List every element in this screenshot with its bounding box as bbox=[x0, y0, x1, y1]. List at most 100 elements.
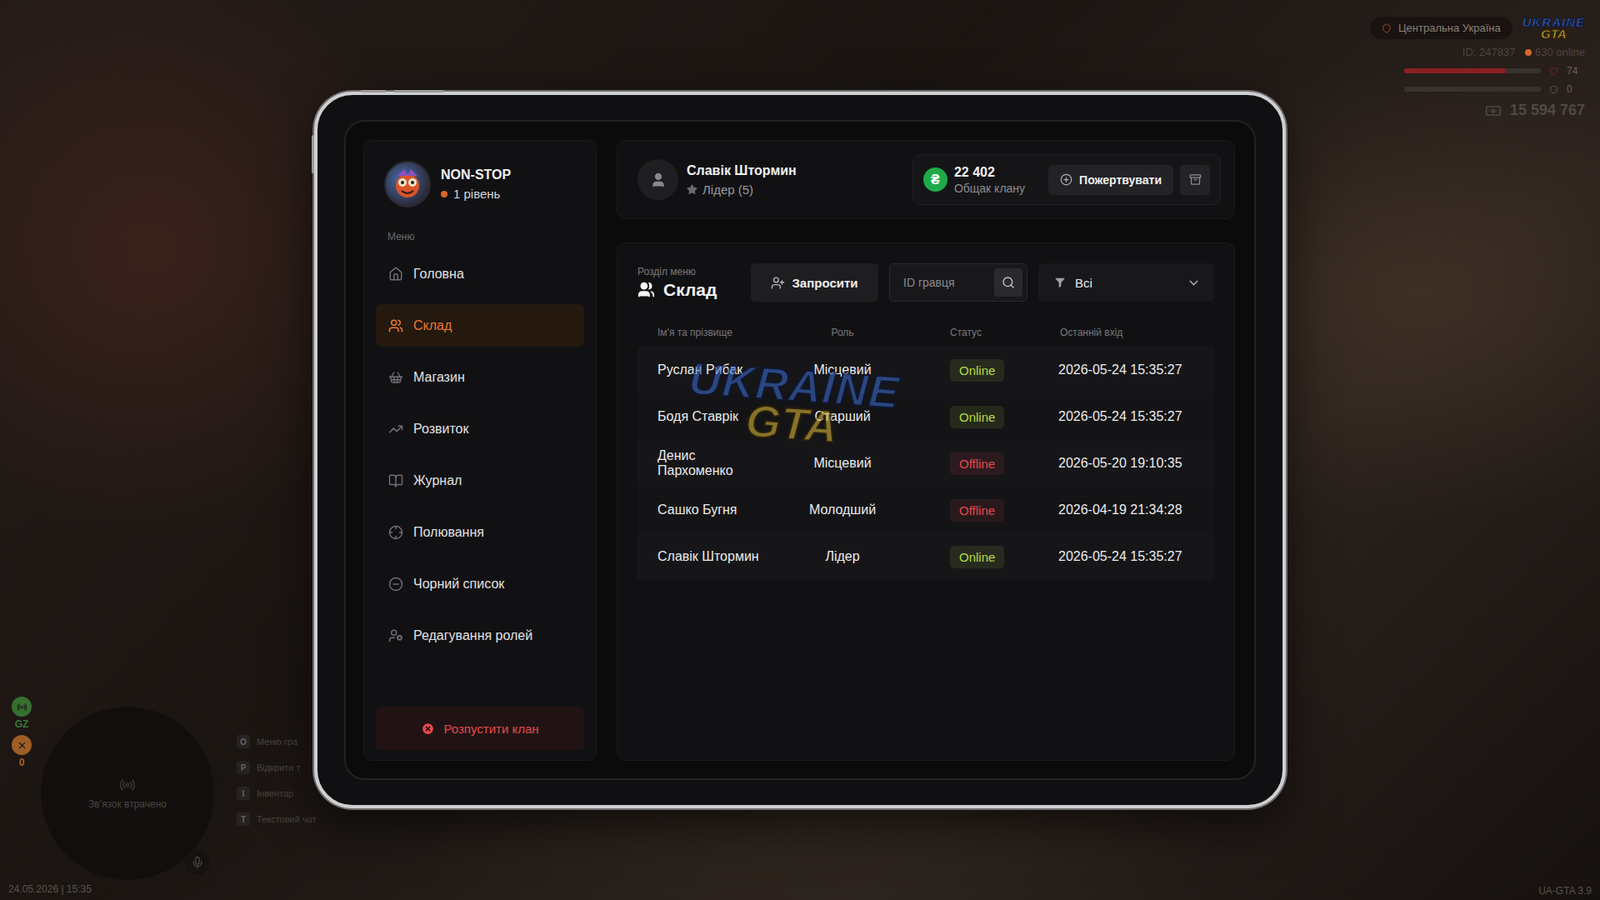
online-dot bbox=[1525, 49, 1532, 56]
menu-item[interactable]: Редагування ролей bbox=[375, 614, 585, 657]
plus-icon bbox=[1060, 173, 1073, 186]
treasury: ₴ 22 402Общак клану Пожертвувати bbox=[912, 154, 1221, 205]
member-name: Сашко Бугня bbox=[657, 502, 773, 518]
side-indicator: GZ bbox=[11, 696, 32, 730]
clan-header: NON-STOP 1 рівень bbox=[375, 160, 585, 208]
star-icon bbox=[686, 184, 698, 195]
watermark-logo: UKRAINEGTA bbox=[685, 359, 901, 450]
hud-player-info: ID: 247837 630 online bbox=[1462, 45, 1585, 59]
treasury-label: Общак клану bbox=[954, 181, 1025, 195]
invite-button[interactable]: Запросити bbox=[750, 263, 879, 302]
hint-key: P bbox=[236, 760, 250, 775]
content-card: Розділ менюСклад Запросити Всі Ім'я та пріз… bbox=[616, 242, 1235, 761]
datetime: 24.05.2026 | 15:35 bbox=[8, 883, 92, 895]
money-icon bbox=[1485, 102, 1502, 120]
player-id: ID: 247837 bbox=[1462, 45, 1516, 59]
member-role: Лідер bbox=[803, 549, 882, 565]
tablet: NON-STOP 1 рівень Меню Головна Склад Магазин Р… bbox=[314, 91, 1286, 809]
menu-title: Меню bbox=[387, 230, 585, 243]
column-header: Ім'я та прізвище bbox=[657, 326, 804, 339]
user-plus-icon bbox=[770, 275, 785, 290]
last-login: 2026-05-24 15:35:27 bbox=[1038, 409, 1215, 425]
status-offline: Offline bbox=[950, 499, 1005, 522]
menu-item[interactable]: Головна bbox=[375, 252, 585, 295]
member-name: Бодя Ставрік bbox=[657, 409, 773, 425]
sidebar: NON-STOP 1 рівень Меню Головна Склад Магазин Р… bbox=[363, 140, 597, 761]
table-row[interactable]: Руслан РибакМісцевийOnline2026-05-24 15:… bbox=[637, 346, 1215, 394]
header-card: Славік ШторминЛідер (5) ₴ 22 402Общак клан… bbox=[616, 140, 1235, 220]
armor-stat: 0 bbox=[1404, 83, 1585, 95]
menu-item-icon bbox=[388, 628, 404, 644]
version: UA-GTA 3.9 bbox=[1538, 885, 1592, 897]
hint-key: I bbox=[236, 786, 250, 800]
member-role: Місцевий bbox=[803, 362, 882, 378]
money: 15 594 767 bbox=[1485, 101, 1585, 120]
table-row[interactable]: Сашко БугняМолодшийOffline2026-04-19 21:… bbox=[637, 486, 1215, 534]
menu-item-icon bbox=[388, 421, 404, 437]
side-indicator: 0 bbox=[11, 735, 32, 769]
user-icon bbox=[650, 171, 667, 189]
close-circle-icon bbox=[420, 721, 435, 736]
clan-level: 1 рівень bbox=[440, 186, 511, 201]
key-hint: IІнвентар bbox=[236, 786, 317, 800]
column-header: Статус bbox=[881, 326, 1039, 339]
search-icon bbox=[1001, 275, 1015, 290]
voice-chat[interactable] bbox=[185, 850, 210, 875]
menu-item-icon bbox=[388, 525, 404, 540]
table-row[interactable]: Денис ПархоменкоМісцевийOffline2026-05-2… bbox=[637, 440, 1215, 487]
menu-item[interactable]: Склад bbox=[375, 304, 585, 347]
archive-icon bbox=[1189, 173, 1202, 186]
menu-item-icon bbox=[388, 473, 404, 489]
section-heading: Розділ менюСклад bbox=[637, 265, 717, 300]
menu: Головна Склад Магазин Розвиток Журнал Полюван… bbox=[375, 252, 585, 657]
menu-item-icon bbox=[388, 266, 404, 282]
menu-item-icon bbox=[388, 576, 404, 592]
tablet-screen: NON-STOP 1 рівень Меню Головна Склад Магазин Р… bbox=[344, 120, 1256, 780]
clan-avatar bbox=[384, 160, 431, 208]
health-icon bbox=[1549, 66, 1559, 76]
region-badge: Центральна Україна bbox=[1370, 16, 1513, 40]
member-name: Денис Пархоменко bbox=[657, 448, 773, 480]
clan-name: NON-STOP bbox=[440, 167, 511, 183]
armor-bar bbox=[1404, 86, 1541, 92]
search-input[interactable] bbox=[901, 275, 995, 290]
status-online: Online bbox=[950, 405, 1005, 429]
clan-logo-icon bbox=[385, 162, 430, 206]
zone-icon bbox=[16, 701, 28, 713]
hud-header: Центральна УкраїнаUKRAINEGTA bbox=[1370, 16, 1585, 40]
member-role: Місцевий bbox=[803, 455, 882, 471]
treasury-amount: 22 402 bbox=[954, 165, 1025, 180]
disband-button[interactable]: Розпустити клан bbox=[375, 706, 585, 750]
menu-item[interactable]: Розвиток bbox=[375, 407, 585, 450]
menu-item[interactable]: Журнал bbox=[375, 459, 585, 502]
status-online: Online bbox=[950, 359, 1005, 382]
search-button[interactable] bbox=[994, 268, 1023, 297]
menu-item-icon bbox=[388, 318, 404, 334]
hint-key: T bbox=[236, 812, 250, 826]
user-block: Славік ШторминЛідер (5) bbox=[637, 159, 797, 200]
last-login: 2026-04-19 21:34:28 bbox=[1038, 502, 1215, 518]
column-header: Роль bbox=[803, 326, 882, 339]
health-stat: 74 bbox=[1404, 65, 1585, 77]
key-hint: OМеню гра bbox=[236, 735, 317, 749]
hud-top-right: Центральна УкраїнаUKRAINEGTA ID: 247837 6… bbox=[1370, 16, 1585, 120]
level-dot bbox=[440, 190, 448, 198]
table-row[interactable]: Бодя СтаврікСтаршийOnline2026-05-24 15:3… bbox=[637, 393, 1215, 440]
last-login: 2026-05-24 15:35:27 bbox=[1038, 549, 1215, 565]
tool-group: Запросити Всі bbox=[750, 263, 1215, 302]
filter-select[interactable]: Всі bbox=[1038, 263, 1215, 302]
table-row[interactable]: Славік ШторминЛідерOnline2026-05-24 15:3… bbox=[637, 533, 1215, 580]
user-avatar bbox=[637, 159, 679, 200]
donate-button[interactable]: Пожертвувати bbox=[1048, 165, 1174, 195]
archive-button[interactable] bbox=[1180, 165, 1210, 195]
status-offline: Offline bbox=[950, 452, 1005, 475]
menu-item[interactable]: Чорний список bbox=[375, 562, 585, 605]
menu-item[interactable]: Полювання bbox=[375, 510, 585, 554]
members-icon bbox=[637, 280, 655, 299]
menu-item[interactable]: Магазин bbox=[375, 355, 585, 399]
currency-icon: ₴ bbox=[923, 167, 948, 192]
table-header: Ім'я та прізвищеРольСтатусОстанній вхід bbox=[637, 326, 1215, 339]
toolbar: Розділ менюСклад Запросити Всі bbox=[637, 263, 1215, 302]
menu-item-icon bbox=[388, 370, 404, 385]
column-header: Останній вхід bbox=[1038, 326, 1215, 339]
